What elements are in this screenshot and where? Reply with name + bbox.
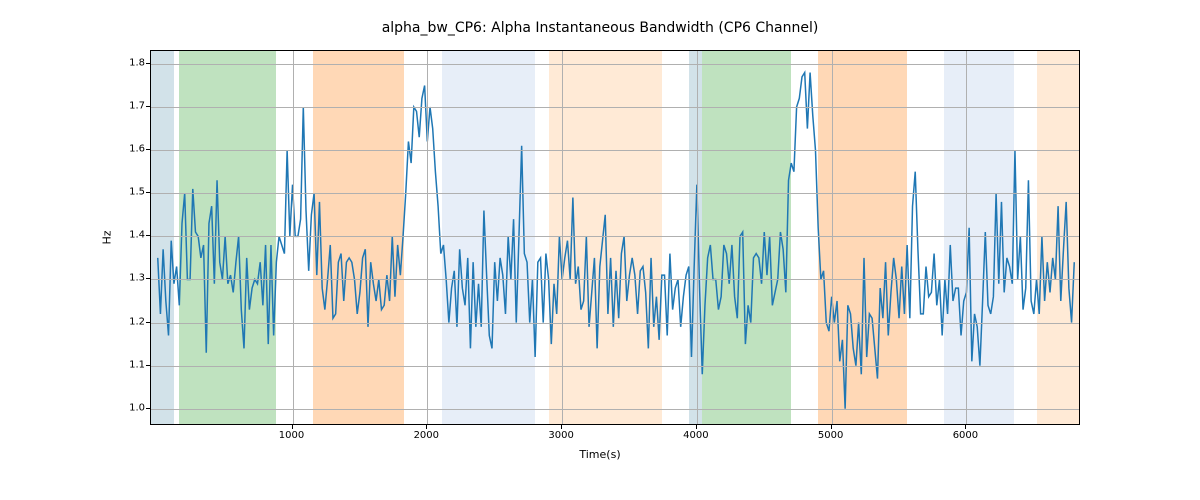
y-tick-label: 1.0 <box>120 402 145 413</box>
y-tick-label: 1.7 <box>120 101 145 112</box>
x-tick-label: 5000 <box>818 430 843 441</box>
y-tick-mark <box>146 278 150 279</box>
x-tick-mark <box>965 425 966 429</box>
y-tick-label: 1.2 <box>120 316 145 327</box>
y-tick-mark <box>146 63 150 64</box>
y-tick-mark <box>146 149 150 150</box>
chart-figure: alpha_bw_CP6: Alpha Instantaneous Bandwi… <box>0 0 1200 500</box>
y-axis-label: Hz <box>100 50 114 425</box>
x-tick-mark <box>831 425 832 429</box>
x-tick-mark <box>292 425 293 429</box>
data-line <box>158 73 1075 409</box>
y-tick-label: 1.3 <box>120 273 145 284</box>
y-tick-mark <box>146 235 150 236</box>
gridline-horizontal <box>151 279 1079 280</box>
gridline-horizontal <box>151 236 1079 237</box>
y-tick-mark <box>146 106 150 107</box>
x-tick-label: 2000 <box>414 430 439 441</box>
x-tick-label: 3000 <box>548 430 573 441</box>
y-tick-label: 1.8 <box>120 57 145 68</box>
x-tick-label: 1000 <box>279 430 304 441</box>
gridline-horizontal <box>151 107 1079 108</box>
gridline-horizontal <box>151 64 1079 65</box>
y-tick-mark <box>146 192 150 193</box>
x-tick-label: 4000 <box>683 430 708 441</box>
gridline-horizontal <box>151 150 1079 151</box>
y-tick-label: 1.1 <box>120 359 145 370</box>
y-tick-mark <box>146 322 150 323</box>
x-axis-label: Time(s) <box>0 448 1200 461</box>
y-axis-label-text: Hz <box>101 230 114 244</box>
y-tick-label: 1.4 <box>120 230 145 241</box>
gridline-horizontal <box>151 193 1079 194</box>
x-tick-label: 6000 <box>953 430 978 441</box>
y-tick-mark <box>146 365 150 366</box>
y-tick-label: 1.5 <box>120 187 145 198</box>
gridline-horizontal <box>151 409 1079 410</box>
x-tick-mark <box>426 425 427 429</box>
gridline-horizontal <box>151 366 1079 367</box>
y-tick-label: 1.6 <box>120 144 145 155</box>
gridline-horizontal <box>151 323 1079 324</box>
y-tick-mark <box>146 408 150 409</box>
chart-title: alpha_bw_CP6: Alpha Instantaneous Bandwi… <box>0 20 1200 36</box>
chart-axes <box>150 50 1080 425</box>
x-tick-mark <box>696 425 697 429</box>
x-tick-mark <box>561 425 562 429</box>
